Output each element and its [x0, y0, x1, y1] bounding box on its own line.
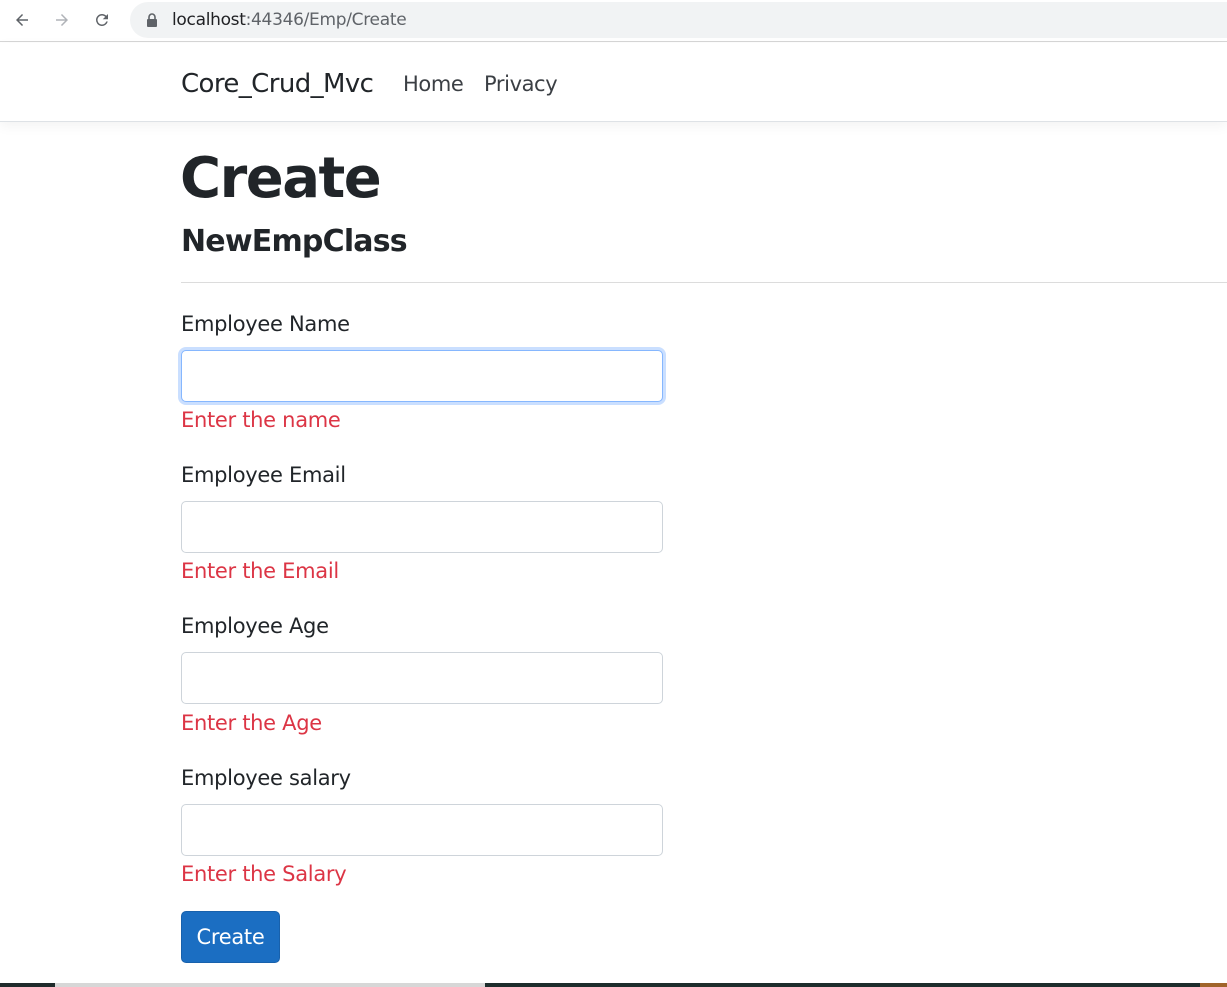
page-title: Create — [180, 146, 382, 211]
forward-arrow-icon — [56, 14, 68, 26]
reload-icon — [95, 13, 108, 26]
employee-email-error: Enter the Email — [181, 559, 339, 583]
url-text: localhost:44346/Emp/Create — [172, 10, 407, 30]
employee-email-input[interactable] — [181, 501, 663, 553]
employee-name-label: Employee Name — [181, 312, 350, 336]
page-subtitle: NewEmpClass — [181, 224, 408, 259]
nav-home-link[interactable]: Home — [403, 72, 464, 96]
employee-age-error: Enter the Age — [181, 711, 322, 735]
url-path: :44346/Emp/Create — [245, 10, 407, 30]
employee-name-error: Enter the name — [181, 408, 341, 432]
brand-link[interactable]: Core_Crud_Mvc — [181, 69, 374, 99]
taskbar-edge — [0, 983, 1227, 987]
employee-salary-input[interactable] — [181, 804, 663, 856]
forward-button[interactable] — [50, 8, 74, 32]
create-button[interactable]: Create — [181, 911, 280, 963]
back-button[interactable] — [10, 8, 34, 32]
employee-salary-error: Enter the Salary — [181, 862, 347, 886]
employee-salary-label: Employee salary — [181, 766, 351, 790]
address-bar[interactable]: localhost:44346/Emp/Create — [130, 2, 1227, 38]
employee-email-label: Employee Email — [181, 463, 346, 487]
site-navbar: Core_Crud_Mvc Home Privacy — [0, 43, 1227, 122]
back-arrow-icon — [16, 14, 28, 26]
employee-name-input[interactable] — [181, 350, 663, 402]
lock-icon — [147, 13, 157, 27]
reload-button[interactable] — [90, 8, 114, 32]
employee-age-input[interactable] — [181, 652, 663, 704]
browser-toolbar: localhost:44346/Emp/Create — [0, 0, 1227, 42]
divider — [181, 282, 1227, 283]
nav-privacy-link[interactable]: Privacy — [484, 72, 558, 96]
url-host: localhost — [172, 10, 246, 30]
employee-age-label: Employee Age — [181, 614, 329, 638]
